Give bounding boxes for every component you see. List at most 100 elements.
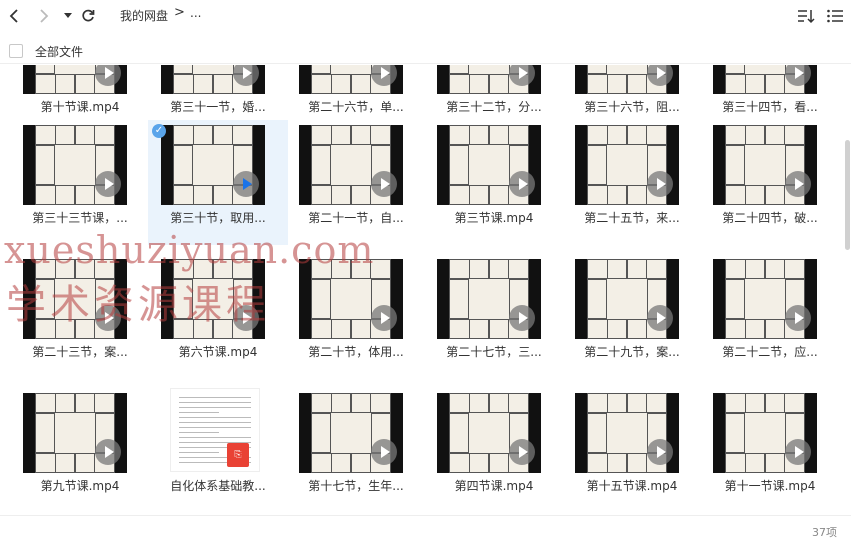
scrollbar-thumb[interactable]	[845, 140, 850, 250]
video-thumbnail	[713, 125, 817, 205]
chart-cell	[193, 125, 213, 145]
status-bar: 37项	[0, 515, 851, 545]
play-icon[interactable]	[509, 439, 535, 465]
text-line	[179, 397, 251, 398]
chart-cell	[469, 74, 489, 94]
file-tile[interactable]: 第二十五节，来...	[562, 120, 702, 245]
play-icon[interactable]	[233, 65, 259, 86]
file-name: 第三十节，取用...	[170, 211, 266, 225]
select-all-label: 全部文件	[35, 45, 84, 59]
play-icon[interactable]	[95, 65, 121, 86]
refresh-button[interactable]	[80, 6, 96, 26]
play-icon[interactable]	[785, 171, 811, 197]
video-thumbnail	[437, 125, 541, 205]
play-icon[interactable]	[647, 171, 673, 197]
caret-down-icon	[64, 13, 72, 18]
play-icon[interactable]	[647, 439, 673, 465]
chart-cell	[351, 185, 371, 205]
file-name: 第三十四节，看...	[722, 100, 818, 114]
file-tile[interactable]: 第二十一节，自...	[286, 120, 426, 245]
file-name: 第十一节课.mp4	[724, 479, 816, 493]
chart-cell	[331, 393, 351, 413]
file-tile[interactable]: 第十一节课.mp4	[700, 388, 840, 513]
chart-cell	[765, 259, 785, 279]
text-line	[179, 437, 251, 438]
play-icon[interactable]	[647, 305, 673, 331]
file-name: 第三十二节，分...	[446, 100, 542, 114]
chart-cell	[311, 65, 331, 74]
list-icon	[827, 9, 843, 23]
breadcrumb-root[interactable]: 我的网盘	[120, 7, 168, 24]
file-tile[interactable]: 第二十七节，三...	[424, 254, 564, 379]
play-icon[interactable]	[509, 171, 535, 197]
chart-cell	[351, 453, 371, 473]
play-icon[interactable]	[233, 171, 259, 197]
selected-check-icon[interactable]: ✓	[152, 124, 166, 138]
chart-cell	[489, 74, 509, 94]
play-icon[interactable]	[371, 65, 397, 86]
play-icon[interactable]	[95, 171, 121, 197]
watermark-title: 学术资源课程	[6, 282, 270, 328]
play-icon[interactable]	[509, 305, 535, 331]
chart-cell	[627, 453, 647, 473]
play-icon[interactable]	[785, 439, 811, 465]
chart-cell	[587, 279, 607, 319]
chart-cell	[587, 413, 607, 453]
file-tile[interactable]: ⎘ 自化体系基础教...	[148, 388, 288, 513]
file-tile[interactable]: ✓ 第三十节，取用...	[148, 120, 288, 245]
watermark-url: xueshuziyuan.com	[4, 228, 375, 272]
chart-cell	[765, 125, 785, 145]
file-name: 自化体系基础教...	[170, 479, 266, 493]
play-icon[interactable]	[785, 65, 811, 86]
text-line	[179, 452, 219, 453]
file-tile[interactable]: 第二十四节，破...	[700, 120, 840, 245]
file-tile[interactable]: 第九节课.mp4	[10, 388, 150, 513]
chart-cell	[765, 393, 785, 413]
video-thumbnail	[23, 65, 127, 94]
play-icon[interactable]	[647, 65, 673, 86]
chart-cell	[351, 393, 371, 413]
chart-cell	[725, 279, 745, 319]
chart-cell	[607, 319, 627, 339]
file-name: 第三十三节课，...	[32, 211, 128, 225]
play-icon[interactable]	[371, 439, 397, 465]
list-view-button[interactable]	[826, 7, 844, 25]
play-icon[interactable]	[509, 65, 535, 86]
file-tile[interactable]: 第十七节，生年...	[286, 388, 426, 513]
play-icon[interactable]	[371, 305, 397, 331]
chart-cell	[469, 185, 489, 205]
file-tile[interactable]: 第二十节，体用...	[286, 254, 426, 379]
file-tile[interactable]: 第二十九节，案...	[562, 254, 702, 379]
sort-button[interactable]	[797, 7, 815, 25]
chart-cell	[173, 65, 193, 74]
file-tile[interactable]: 第二十二节，应...	[700, 254, 840, 379]
chart-cell	[765, 74, 785, 94]
history-dropdown-button[interactable]	[62, 6, 74, 26]
chart-cell	[55, 125, 75, 145]
file-tile[interactable]: 第四节课.mp4	[424, 388, 564, 513]
file-name: 第二十九节，案...	[584, 345, 680, 359]
file-tile[interactable]: 第三节课.mp4	[424, 120, 564, 245]
file-name: 第二十五节，来...	[584, 211, 680, 225]
video-thumbnail	[161, 125, 265, 205]
chart-cell	[607, 185, 627, 205]
play-icon[interactable]	[95, 439, 121, 465]
file-tile[interactable]: 第十五节课.mp4	[562, 388, 702, 513]
file-tile[interactable]: 第三十三节课，...	[10, 120, 150, 245]
chart-cell	[311, 279, 331, 319]
play-icon[interactable]	[785, 305, 811, 331]
file-name: 第十五节课.mp4	[586, 479, 678, 493]
back-button[interactable]	[6, 6, 22, 26]
file-name: 第二十七节，三...	[446, 345, 542, 359]
chart-cell	[193, 185, 213, 205]
video-thumbnail	[713, 259, 817, 339]
select-all-checkbox[interactable]	[9, 44, 23, 58]
forward-button[interactable]	[36, 6, 52, 26]
file-name: 第三节课.mp4	[454, 211, 534, 225]
chart-cell	[489, 319, 509, 339]
video-thumbnail	[575, 393, 679, 473]
chart-cell	[55, 74, 75, 94]
breadcrumb-more[interactable]: ...	[190, 6, 201, 20]
play-icon[interactable]	[371, 171, 397, 197]
chart-cell	[489, 259, 509, 279]
